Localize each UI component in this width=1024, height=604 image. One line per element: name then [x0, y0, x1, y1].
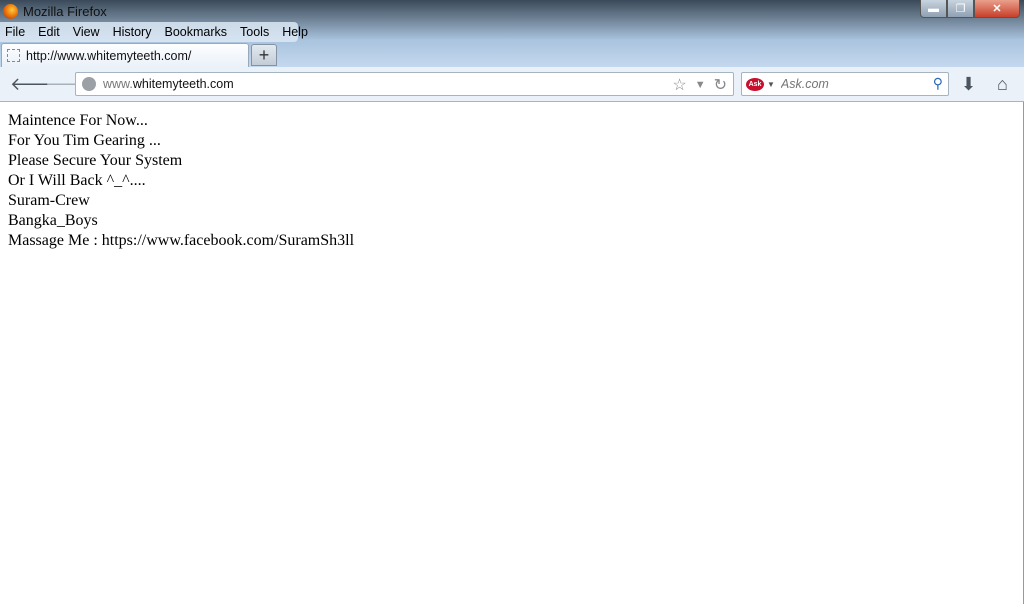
page-favicon-icon [7, 49, 20, 62]
new-tab-button[interactable]: + [251, 44, 277, 66]
bookmark-star-icon[interactable]: ☆ [672, 75, 686, 95]
content-line: Bangka_Boys [8, 212, 98, 229]
url-text[interactable]: www.whitemyteeth.com [103, 77, 234, 91]
menu-help[interactable]: Help [282, 25, 308, 39]
page-content: Maintence For Now... For You Tim Gearing… [8, 111, 354, 251]
menu-bar: File Edit View History Bookmarks Tools H… [0, 22, 308, 42]
search-input[interactable] [780, 77, 931, 91]
history-dropdown-icon[interactable]: ▼ [695, 75, 706, 95]
home-icon[interactable]: ⌂ [997, 74, 1008, 94]
tab-label: http://www.whitemyteeth.com/ [26, 48, 192, 63]
content-line: Suram-Crew [8, 192, 90, 209]
search-icon[interactable]: ⚲ [933, 75, 943, 92]
navigation-toolbar: 🡐 🡒 www.whitemyteeth.com ☆ ▼ ↻ Ask ▼ ⚲ ⬇… [0, 67, 1024, 102]
title-bar: Mozilla Firefox [0, 0, 107, 22]
content-line: Massage Me : https://www.facebook.com/Su… [8, 232, 355, 249]
engine-dropdown-icon[interactable]: ▼ [767, 80, 775, 89]
menu-edit[interactable]: Edit [38, 25, 60, 39]
menu-tools[interactable]: Tools [240, 25, 269, 39]
url-domain: whitemyteeth.com [132, 77, 234, 91]
window-title: Mozilla Firefox [23, 3, 107, 19]
url-bar[interactable]: www.whitemyteeth.com ☆ ▼ ↻ [75, 72, 734, 96]
content-line: Or I Will Back ^_^.... [8, 172, 146, 189]
minimize-button[interactable]: ▬ [920, 0, 947, 18]
content-line: For You Tim Gearing ... [8, 132, 161, 149]
content-line: Please Secure Your System [8, 152, 183, 169]
firefox-logo-icon [3, 3, 18, 19]
menu-bookmarks[interactable]: Bookmarks [164, 25, 227, 39]
url-prefix: www. [103, 77, 133, 91]
content-line: Maintence For Now... [8, 112, 148, 129]
menu-history[interactable]: History [113, 25, 152, 39]
search-bar[interactable]: Ask ▼ ⚲ [741, 72, 949, 96]
close-button[interactable]: ✕ [974, 0, 1020, 18]
restore-button[interactable]: ❐ [947, 0, 974, 18]
reload-icon[interactable]: ↻ [714, 75, 727, 95]
ask-logo-icon[interactable]: Ask [746, 77, 764, 91]
globe-icon [82, 77, 96, 91]
menu-file[interactable]: File [5, 25, 25, 39]
tab-active[interactable]: http://www.whitemyteeth.com/ [1, 43, 249, 67]
menu-view[interactable]: View [73, 25, 100, 39]
browser-chrome: Mozilla Firefox ▬ ❐ ✕ File Edit View His… [0, 0, 1024, 102]
download-icon[interactable]: ⬇ [961, 74, 976, 94]
